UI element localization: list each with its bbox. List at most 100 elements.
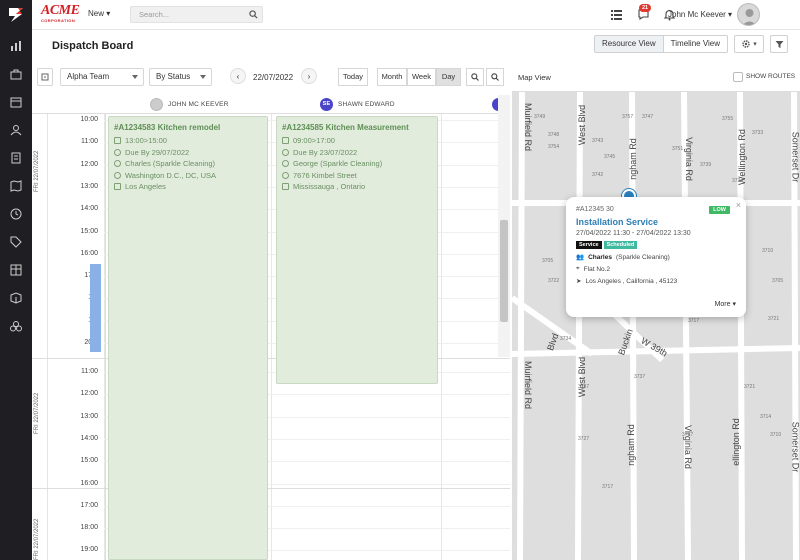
day-button[interactable]: Day [436, 68, 461, 86]
event-due: Due By 29/07/2022 [125, 147, 190, 157]
week-button[interactable]: Week [407, 68, 436, 86]
resource-shawn[interactable]: SE SHAWN EDWARD [320, 96, 395, 112]
dashboard-chart-icon[interactable] [8, 38, 24, 54]
map-title: Map View [518, 73, 551, 82]
app-logo-icon[interactable] [7, 6, 25, 24]
day-label: FRI 22/07/2022 [34, 392, 40, 434]
more-button[interactable]: More ▾ [715, 300, 736, 308]
day-label: FRI 22/07/2022 [34, 518, 40, 560]
time-label: 13:00 [80, 182, 98, 190]
house-number: 3705 [542, 258, 554, 264]
users-icon: 👥 [576, 254, 585, 261]
brand-name: ACME [41, 3, 80, 18]
search-input[interactable]: Search... [130, 6, 263, 23]
building-icon [282, 183, 289, 190]
show-routes-checkbox[interactable] [733, 72, 743, 82]
house-number: 3749 [534, 114, 546, 120]
new-button[interactable]: New ▾ [88, 9, 110, 18]
time-label: 13:00 [80, 412, 98, 420]
house-number: 3742 [592, 172, 604, 178]
event-time: 09:00>17:00 [293, 136, 335, 145]
location-pin-icon [114, 171, 121, 179]
map-view[interactable]: Muirfield Rd West Blvd ngham Rd Virginia… [512, 92, 800, 560]
time-label: 12:00 [80, 160, 98, 168]
brand-logo[interactable]: ACME CORPORATION [41, 4, 81, 26]
map-icon[interactable] [8, 178, 24, 194]
integrations-icon[interactable] [8, 318, 24, 334]
zoom-out-button[interactable] [486, 68, 504, 86]
contact-org: (Sparkle Cleaning) [615, 253, 670, 261]
filter-button[interactable] [770, 35, 788, 53]
event-card[interactable]: #A1234585 Kitchen Measurement 09:00>17:0… [276, 116, 438, 384]
clock-icon[interactable] [8, 206, 24, 222]
clock-icon [114, 148, 121, 156]
user-name: John Mc Keever [668, 10, 726, 19]
zoom-in-button[interactable] [466, 68, 484, 86]
location-pin-icon [282, 171, 289, 179]
event-due: Due By 23/07/2022 [293, 147, 358, 157]
briefcase-icon[interactable] [8, 66, 24, 82]
table-icon[interactable] [8, 262, 24, 278]
document-icon[interactable] [8, 150, 24, 166]
house-number: 3722 [548, 278, 560, 284]
timeline-view-button[interactable]: Timeline View [664, 36, 727, 52]
user-menu[interactable]: John Mc Keever ▾ [668, 10, 732, 19]
tag-icon[interactable] [8, 234, 24, 250]
close-icon[interactable]: × [736, 200, 741, 210]
resource-john[interactable]: JOHN MC KEEVER [150, 96, 229, 112]
team-select[interactable]: Alpha Team [60, 68, 144, 86]
current-time-bar [90, 264, 101, 352]
brand-sub: CORPORATION [41, 18, 76, 23]
street-label: Somerset Dr [790, 421, 800, 473]
resource-name: JOHN MC KEEVER [168, 100, 229, 108]
box-icon[interactable] [8, 290, 24, 306]
prev-date-button[interactable]: ‹ [230, 68, 246, 84]
resource-name: SHAWN EDWARD [338, 100, 395, 108]
avatar[interactable] [737, 3, 760, 26]
time-label: 14:00 [80, 434, 98, 442]
day-divider [32, 358, 510, 359]
status-select[interactable]: By Status [149, 68, 212, 86]
month-button[interactable]: Month [377, 68, 407, 86]
job-location: Los Angeles , California , 45123 [585, 277, 678, 285]
calendar-scrollbar-thumb[interactable] [500, 220, 508, 322]
chevron-down-icon: ▾ [106, 9, 111, 18]
resource-view-button[interactable]: Resource View [595, 36, 664, 52]
settings-button[interactable]: ▾ [734, 35, 764, 53]
chevron-down-icon: ▾ [732, 301, 736, 308]
house-number: 3745 [604, 154, 616, 160]
priority-badge: LOW [709, 206, 730, 214]
house-number: 3754 [548, 144, 560, 150]
street-label: ngham Rd [625, 424, 636, 466]
grid-line [441, 114, 442, 560]
new-button-label: New [88, 9, 105, 18]
event-time: 13:00>15:00 [125, 136, 167, 145]
house-number: 3727 [682, 432, 694, 438]
today-button[interactable]: Today [338, 68, 368, 86]
users-icon[interactable] [8, 122, 24, 138]
calendar-icon[interactable] [8, 94, 24, 110]
day-label: FRI 22/07/2022 [34, 150, 40, 192]
resource-header: JOHN MC KEEVER SE SHAWN EDWARD [32, 94, 510, 114]
street-label: West Blvd [577, 356, 588, 398]
house-number: 3721 [768, 316, 780, 322]
job-time: 27/04/2022 11:30 - 27/04/2022 13:30 [576, 230, 691, 237]
time-label: 16:00 [80, 479, 98, 487]
event-title: #A1234585 Kitchen Measurement [282, 123, 409, 132]
house-number: 3710 [770, 432, 782, 438]
search-icon[interactable] [249, 10, 258, 19]
map-header: Map View SHOW ROUTES [512, 64, 800, 92]
next-date-button[interactable]: › [301, 68, 317, 84]
current-date[interactable]: 22/07/2022 [253, 73, 293, 82]
status-select-value: By Status [156, 72, 191, 81]
street-label: Muirfield Rd [523, 360, 534, 410]
house-number: 3721 [744, 384, 756, 390]
collapse-button[interactable] [37, 68, 53, 86]
status-tag: Scheduled [603, 241, 638, 249]
list-icon[interactable] [610, 8, 623, 21]
collapse-icon [41, 73, 49, 81]
event-card[interactable]: #A1234583 Kitchen remodel 13:00>15:00 Du… [108, 116, 268, 560]
house-number: 3710 [762, 248, 774, 254]
house-number: 3755 [722, 116, 734, 122]
job-title[interactable]: Installation Service [576, 217, 736, 227]
